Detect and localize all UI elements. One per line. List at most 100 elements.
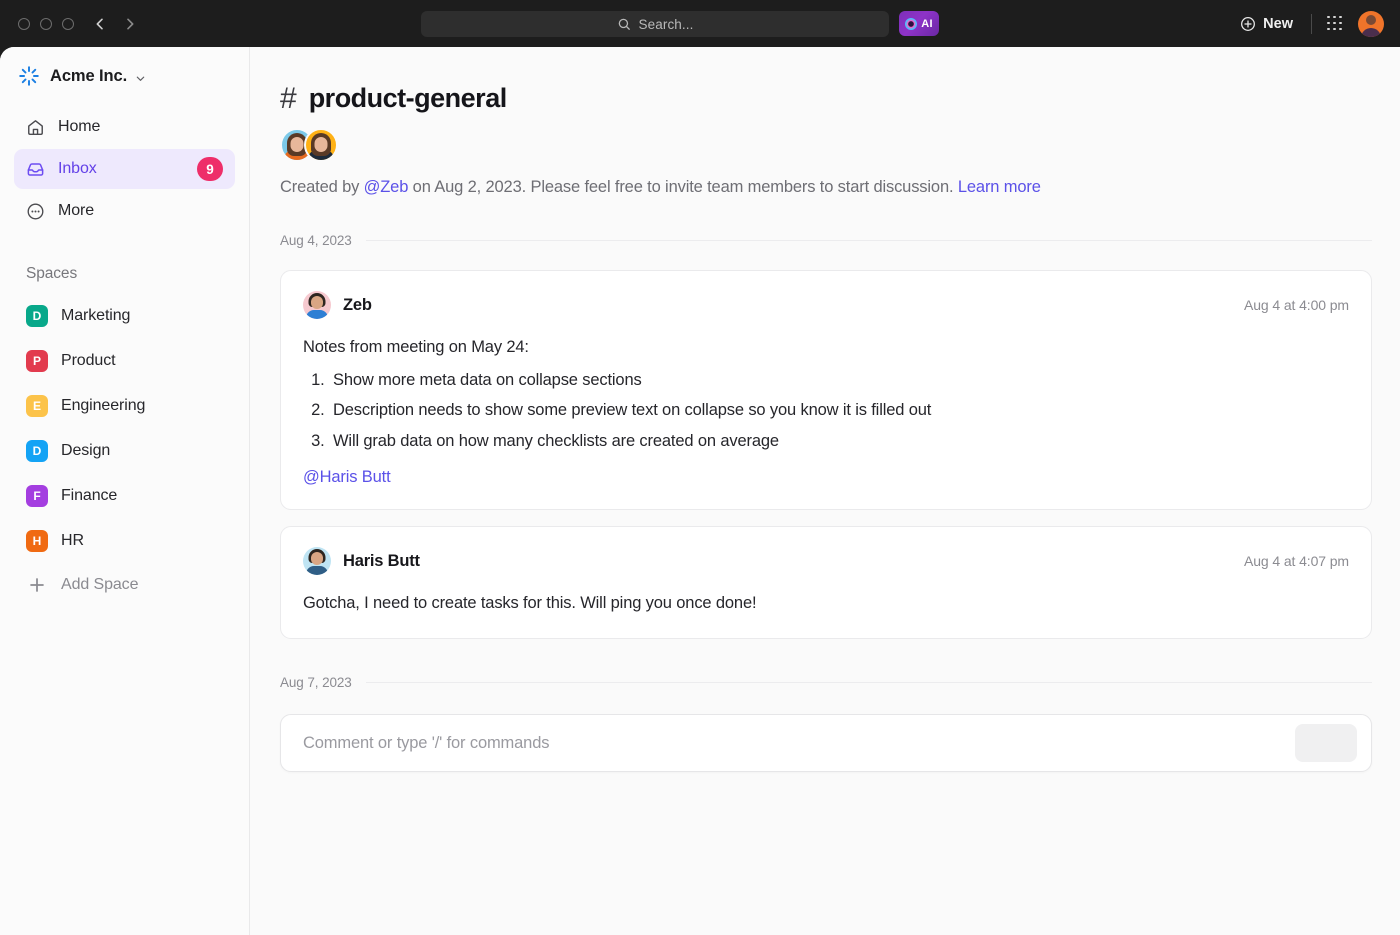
more-circle-icon <box>26 202 45 221</box>
sidebar: Acme Inc. Home Inbox 9 <box>0 47 250 935</box>
channel-name: product-general <box>309 83 507 114</box>
titlebar: Search... AI New <box>0 0 1400 47</box>
message-ordered-list: Show more meta data on collapse sections… <box>303 368 1349 455</box>
inbox-icon <box>26 160 45 179</box>
back-button[interactable] <box>92 16 108 32</box>
sidebar-item-label: Inbox <box>58 160 97 178</box>
space-label: Product <box>61 352 115 370</box>
learn-more-link[interactable]: Learn more <box>958 178 1041 196</box>
history-nav <box>92 16 138 32</box>
workspace-switcher[interactable]: Acme Inc. <box>0 57 249 101</box>
close-button[interactable] <box>18 18 30 30</box>
date-separator-label: Aug 4, 2023 <box>280 233 352 248</box>
sidebar-item-more[interactable]: More <box>14 191 235 231</box>
message-header: Zeb Aug 4 at 4:00 pm <box>303 291 1349 319</box>
starburst-logo-icon <box>18 65 40 87</box>
search-input[interactable]: Search... <box>421 11 889 37</box>
plus-icon <box>26 574 48 596</box>
sidebar-item-label: More <box>58 202 94 220</box>
message-card: Haris Butt Aug 4 at 4:07 pm Gotcha, I ne… <box>280 526 1372 639</box>
sidebar-item-inbox[interactable]: Inbox 9 <box>14 149 235 189</box>
space-avatar: D <box>26 440 48 462</box>
titlebar-actions: New <box>1236 0 1384 47</box>
hash-icon: # <box>280 84 297 114</box>
message-body: Gotcha, I need to create tasks for this.… <box>303 591 1349 616</box>
message-body: Notes from meeting on May 24: Show more … <box>303 335 1349 487</box>
sidebar-item-product[interactable]: P Product <box>14 338 235 383</box>
plus-circle-icon <box>1240 16 1256 32</box>
spaces-heading: Spaces <box>0 231 249 293</box>
space-label: Engineering <box>61 397 145 415</box>
message-author: Zeb <box>343 296 372 315</box>
app-body: Acme Inc. Home Inbox 9 <box>0 47 1400 935</box>
spaces-list: D Marketing P Product E Engineering D De… <box>0 293 249 607</box>
created-author-link[interactable]: @Zeb <box>364 178 409 196</box>
date-separator-second: Aug 7, 2023 <box>280 675 1372 690</box>
message-text: Notes from meeting on May 24: <box>303 335 1349 360</box>
space-avatar: D <box>26 305 48 327</box>
primary-nav: Home Inbox 9 More <box>0 101 249 231</box>
space-avatar: P <box>26 350 48 372</box>
space-label: Marketing <box>61 307 130 325</box>
message-avatar[interactable] <box>303 547 331 575</box>
sidebar-item-design[interactable]: D Design <box>14 428 235 473</box>
sidebar-item-home[interactable]: Home <box>14 107 235 147</box>
channel-description: Created by @Zeb on Aug 2, 2023. Please f… <box>280 178 1372 197</box>
date-separator-first: Aug 4, 2023 <box>280 233 1372 248</box>
inbox-badge: 9 <box>197 157 223 181</box>
sidebar-item-finance[interactable]: F Finance <box>14 473 235 518</box>
message-card: Zeb Aug 4 at 4:00 pm Notes from meeting … <box>280 270 1372 510</box>
created-middle: on Aug 2, 2023. Please feel free to invi… <box>408 178 958 196</box>
message-timestamp: Aug 4 at 4:00 pm <box>1244 297 1349 313</box>
ai-button-label: AI <box>921 18 932 30</box>
add-space-button[interactable]: Add Space <box>14 563 235 607</box>
member-avatar[interactable] <box>304 128 338 162</box>
home-icon <box>26 118 45 137</box>
space-label: Design <box>61 442 110 460</box>
mention-link[interactable]: @Haris Butt <box>303 468 391 487</box>
sidebar-item-hr[interactable]: H HR <box>14 518 235 563</box>
space-label: Finance <box>61 487 117 505</box>
message-header: Haris Butt Aug 4 at 4:07 pm <box>303 547 1349 575</box>
sidebar-item-engineering[interactable]: E Engineering <box>14 383 235 428</box>
window-controls[interactable] <box>18 18 74 30</box>
maximize-button[interactable] <box>62 18 74 30</box>
search-icon <box>617 17 631 31</box>
message-timestamp: Aug 4 at 4:07 pm <box>1244 553 1349 569</box>
main-content: # product-general Created by @Zeb on Aug… <box>250 47 1400 935</box>
created-prefix: Created by <box>280 178 364 196</box>
composer-placeholder: Comment or type '/' for commands <box>303 734 549 753</box>
page-title: # product-general <box>280 83 1372 114</box>
ai-button[interactable]: AI <box>899 11 939 36</box>
sidebar-item-marketing[interactable]: D Marketing <box>14 293 235 338</box>
add-space-label: Add Space <box>61 576 138 594</box>
send-button[interactable] <box>1295 724 1357 762</box>
forward-button[interactable] <box>122 16 138 32</box>
space-avatar: E <box>26 395 48 417</box>
space-avatar: H <box>26 530 48 552</box>
toolbar-divider <box>1311 14 1312 34</box>
list-item: Show more meta data on collapse sections <box>329 368 1349 394</box>
message-text: Gotcha, I need to create tasks for this.… <box>303 591 1349 616</box>
chevron-down-icon <box>135 71 146 82</box>
divider <box>366 682 1372 683</box>
list-item: Description needs to show some preview t… <box>329 398 1349 424</box>
new-button-label: New <box>1263 16 1293 32</box>
list-item: Will grab data on how many checklists ar… <box>329 429 1349 455</box>
search-placeholder: Search... <box>639 17 694 32</box>
channel-members[interactable] <box>280 128 1372 162</box>
comment-composer[interactable]: Comment or type '/' for commands <box>280 714 1372 772</box>
message-avatar[interactable] <box>303 291 331 319</box>
app-window: Search... AI New <box>0 0 1400 935</box>
avatar[interactable] <box>1358 11 1384 37</box>
grid-apps-icon[interactable] <box>1326 15 1344 33</box>
space-label: HR <box>61 532 84 550</box>
new-button[interactable]: New <box>1236 13 1297 35</box>
minimize-button[interactable] <box>40 18 52 30</box>
sidebar-item-label: Home <box>58 118 100 136</box>
space-avatar: F <box>26 485 48 507</box>
workspace-name: Acme Inc. <box>50 67 127 86</box>
date-separator-label: Aug 7, 2023 <box>280 675 352 690</box>
ai-orb-icon <box>905 18 917 30</box>
message-author: Haris Butt <box>343 552 420 571</box>
